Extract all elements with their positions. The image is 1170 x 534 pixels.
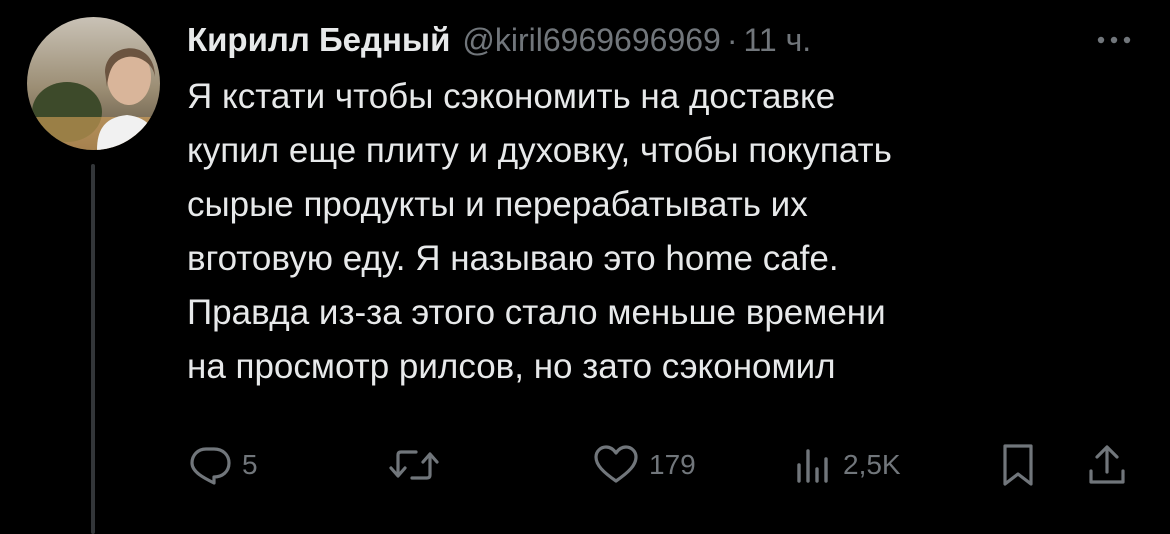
reply-button[interactable]: 5 [188, 440, 258, 490]
tweet-header: Кирилл Бедный @kiril6969696969 · 11 ч. [187, 18, 811, 62]
like-button[interactable]: 179 [593, 440, 696, 490]
retweet-icon [388, 445, 440, 485]
tweet-text-line: на просмотр рилсов, но зато сэкономил [187, 347, 836, 386]
tweet-text-line: Я кстати чтобы сэкономить на доставке [187, 77, 836, 116]
tweet-text-line: сырые продукты и перерабатывать их [187, 185, 808, 224]
avatar[interactable] [27, 17, 160, 150]
reply-icon [188, 445, 232, 485]
timestamp[interactable]: 11 ч. [743, 22, 811, 59]
tweet-text-line: Правда из-за этого стало меньше времени [187, 293, 886, 332]
like-icon [593, 445, 639, 485]
views-icon [793, 445, 833, 485]
share-icon [1086, 443, 1128, 487]
bookmark-button[interactable] [1000, 440, 1036, 490]
action-bar: 5 179 2,5K [0, 440, 1170, 490]
views-count: 2,5K [843, 449, 901, 480]
tweet-text-line: купил еще плиту и духовку, чтобы покупат… [187, 131, 892, 170]
author-name[interactable]: Кирилл Бедный [187, 21, 450, 59]
share-button[interactable] [1086, 440, 1128, 490]
separator-dot: · [726, 21, 738, 58]
like-count: 179 [649, 449, 696, 480]
author-handle[interactable]: @kiril6969696969 [462, 22, 720, 59]
tweet-text: Я кстати чтобы сэкономить на доставке ку… [187, 70, 1147, 394]
bookmark-icon [1000, 443, 1036, 487]
tweet-text-line: вготовую еду. Я называю это home cafe. [187, 239, 839, 278]
reply-count: 5 [242, 449, 258, 480]
retweet-button[interactable] [388, 440, 450, 490]
views-button[interactable]: 2,5K [793, 440, 901, 490]
more-icon[interactable] [1090, 20, 1138, 60]
